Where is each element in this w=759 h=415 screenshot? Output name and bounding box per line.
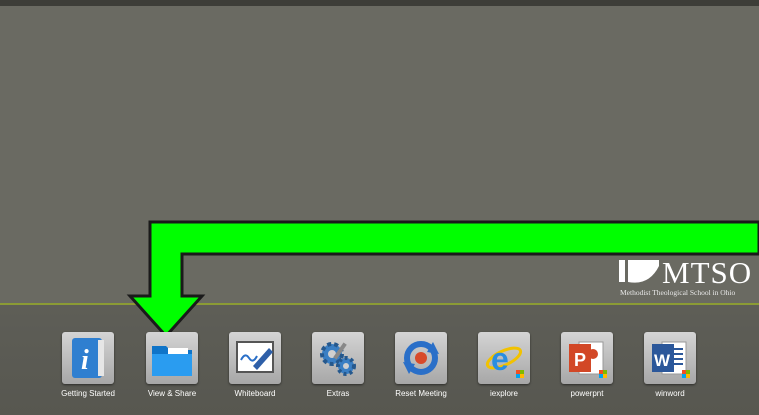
powerpoint-icon: P: [569, 341, 607, 378]
svg-text:e: e: [491, 341, 509, 377]
word-icon: W: [652, 341, 690, 378]
shield-icon: [619, 260, 659, 283]
svg-text:i: i: [81, 345, 89, 376]
app-label-winword: winword: [655, 389, 685, 398]
app-label-iexplore: iexplore: [489, 389, 518, 398]
app-tile-extras[interactable]: [312, 332, 364, 384]
app-tile-whiteboard[interactable]: [229, 332, 281, 384]
gears-icon: [320, 342, 356, 376]
mtso-logo: MTSO Methodist Theological School in Ohi…: [616, 256, 756, 301]
app-tile-view-share[interactable]: [146, 332, 198, 384]
app-label-extras: Extras: [326, 389, 350, 398]
reset-arrows-icon: [403, 341, 439, 375]
app-label-getting-started: Getting Started: [61, 389, 115, 398]
svg-text:P: P: [574, 350, 586, 370]
app-tile-reset-meeting[interactable]: [395, 332, 447, 384]
app-label-whiteboard: Whiteboard: [234, 389, 276, 398]
app-tile-getting-started[interactable]: i: [62, 332, 114, 384]
whiteboard-marker-icon: [236, 341, 274, 373]
app-tile-iexplore[interactable]: e: [478, 332, 530, 384]
app-label-reset-meeting: Reset Meeting: [395, 389, 447, 398]
info-book-icon: i: [72, 338, 104, 378]
internet-explorer-icon: e: [485, 341, 524, 378]
app-label-powerpnt: powerpnt: [570, 389, 604, 398]
app-tile-powerpnt[interactable]: P: [561, 332, 613, 384]
folder-icon: [152, 346, 192, 376]
svg-text:W: W: [654, 351, 671, 370]
logo-text: MTSO: [662, 255, 753, 290]
app-tile-winword[interactable]: W: [644, 332, 696, 384]
logo-subtitle: Methodist Theological School in Ohio: [620, 288, 736, 297]
app-label-view-share: View & Share: [147, 389, 197, 398]
